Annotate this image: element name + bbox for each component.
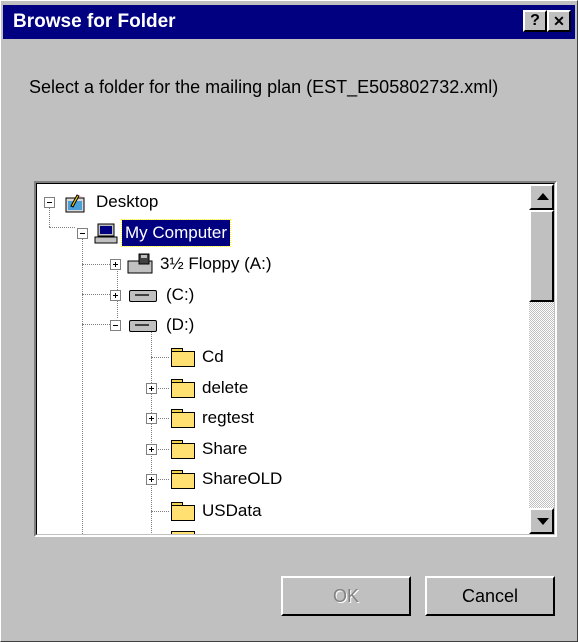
expand-toggle[interactable] (110, 290, 121, 301)
hard-drive-icon (129, 318, 157, 332)
close-button[interactable]: ✕ (547, 10, 571, 32)
folder-icon (171, 348, 195, 367)
folder-tree[interactable]: Desktop My Computer 3½ Floppy (A:) (C:) … (34, 181, 557, 537)
drive-d-label: (D:) (166, 315, 195, 334)
scroll-up-button[interactable] (529, 184, 554, 210)
cancel-button[interactable]: Cancel (425, 576, 555, 616)
window-title: Browse for Folder (13, 11, 176, 32)
desktop-label: Desktop (96, 192, 159, 211)
expand-toggle[interactable] (146, 474, 157, 485)
folder-icon (171, 379, 195, 398)
folder-icon (171, 531, 195, 534)
drive-c-label: (C:) (166, 285, 195, 304)
folder-icon (171, 502, 195, 521)
computer-icon (94, 223, 118, 253)
ok-button[interactable]: OK (281, 576, 411, 616)
expand-toggle[interactable] (146, 413, 157, 424)
browse-for-folder-dialog: Browse for Folder ? ✕ Select a folder fo… (0, 0, 578, 642)
prompt-text: Select a folder for the mailing plan (ES… (29, 77, 499, 97)
expand-toggle[interactable] (110, 259, 121, 270)
down-arrow-icon (537, 518, 549, 525)
folder-label: Share (202, 439, 248, 458)
title-bar[interactable]: Browse for Folder ? ✕ (3, 5, 575, 39)
vertical-scrollbar[interactable] (529, 184, 554, 534)
folder-icon (171, 440, 195, 459)
hard-drive-icon (129, 288, 157, 302)
folder-label: USData (202, 501, 262, 520)
floppy-label: 3½ Floppy (A:) (160, 254, 272, 273)
floppy-drive-icon (127, 253, 153, 283)
folder-label: delete (202, 378, 249, 397)
expand-toggle[interactable] (146, 444, 157, 455)
expand-toggle[interactable] (146, 383, 157, 394)
collapse-toggle[interactable] (44, 197, 55, 208)
folder-label: Cd (202, 347, 224, 366)
scroll-down-button[interactable] (529, 508, 554, 534)
folder-label: ShareOLD (202, 469, 283, 488)
folder-icon (171, 409, 195, 428)
scrollbar-thumb[interactable] (529, 210, 554, 302)
up-arrow-icon (537, 193, 549, 200)
my-computer-label: My Computer (120, 219, 232, 247)
help-button[interactable]: ? (523, 10, 547, 32)
collapse-toggle[interactable] (77, 228, 88, 239)
folder-icon (171, 470, 195, 489)
collapse-toggle[interactable] (110, 320, 121, 331)
folder-label: regtest (202, 408, 254, 427)
desktop-icon (65, 192, 89, 222)
